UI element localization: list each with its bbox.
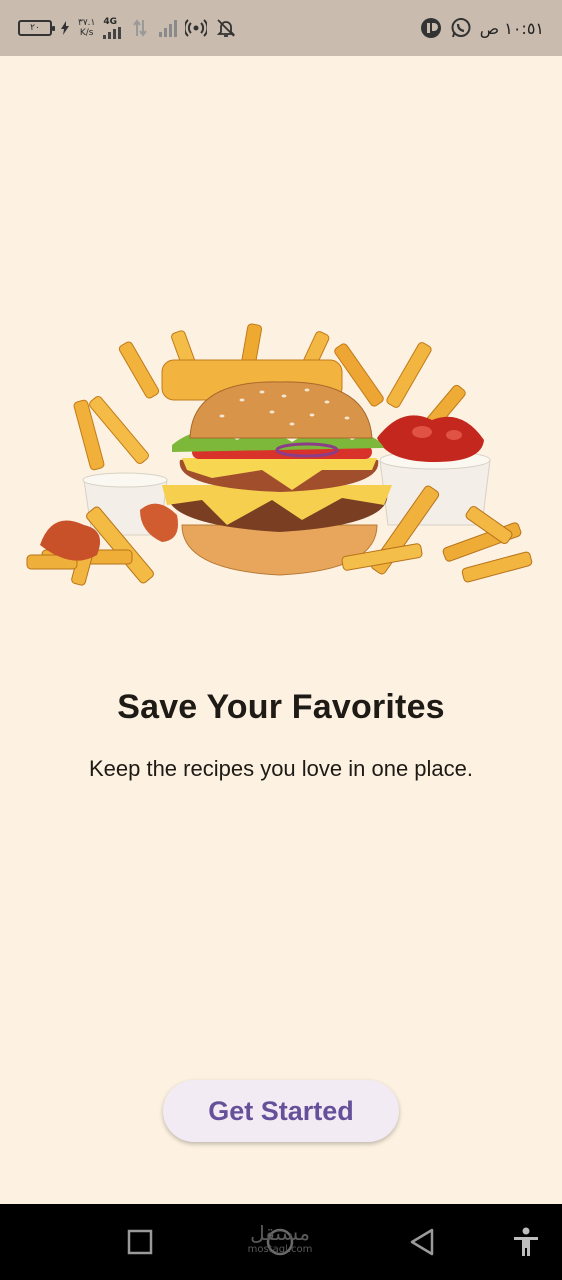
battery-icon: ٢٠ xyxy=(18,20,55,36)
signal-weak-icon xyxy=(159,19,178,37)
whatsapp-icon xyxy=(450,17,472,39)
clock: ١٠:٥١ ص xyxy=(479,18,544,38)
bell-off-icon xyxy=(215,17,237,39)
recents-square-icon[interactable] xyxy=(120,1222,160,1262)
watermark-arabic: مستقل xyxy=(250,1221,310,1245)
hotspot-icon xyxy=(185,17,208,39)
system-nav-bar: مستقل mostaql.com xyxy=(0,1204,562,1280)
get-started-button[interactable]: Get Started xyxy=(163,1080,399,1142)
signal-group: 4G xyxy=(103,17,122,39)
status-left-group: ٢٠ ٣٧.١ K/s 4G xyxy=(18,17,237,39)
charging-icon xyxy=(60,17,70,39)
network-type: 4G xyxy=(103,17,118,27)
watermark-english: mostaql.com xyxy=(247,1244,313,1255)
status-right-group: ١٠:٥١ ص xyxy=(420,17,544,39)
back-triangle-icon[interactable] xyxy=(402,1222,442,1262)
network-speed-unit: K/s xyxy=(79,28,94,38)
onboarding-title: Save Your Favorites xyxy=(117,688,445,726)
battery-level: ٢٠ xyxy=(30,23,40,33)
watermark: مستقل mostaql.com xyxy=(240,1222,320,1255)
data-arrows-icon xyxy=(129,17,151,39)
app-notification-icon xyxy=(420,17,442,39)
network-speed: ٣٧.١ K/s xyxy=(78,18,95,38)
onboarding-subtitle: Keep the recipes you love in one place. xyxy=(88,756,474,781)
status-bar: ٢٠ ٣٧.١ K/s 4G ١٠:٥١ ص xyxy=(0,0,562,56)
accessibility-icon[interactable] xyxy=(506,1222,546,1262)
burger-fries-illustration xyxy=(22,320,540,590)
signal-icon xyxy=(103,27,122,39)
network-speed-value: ٣٧.١ xyxy=(78,18,96,28)
